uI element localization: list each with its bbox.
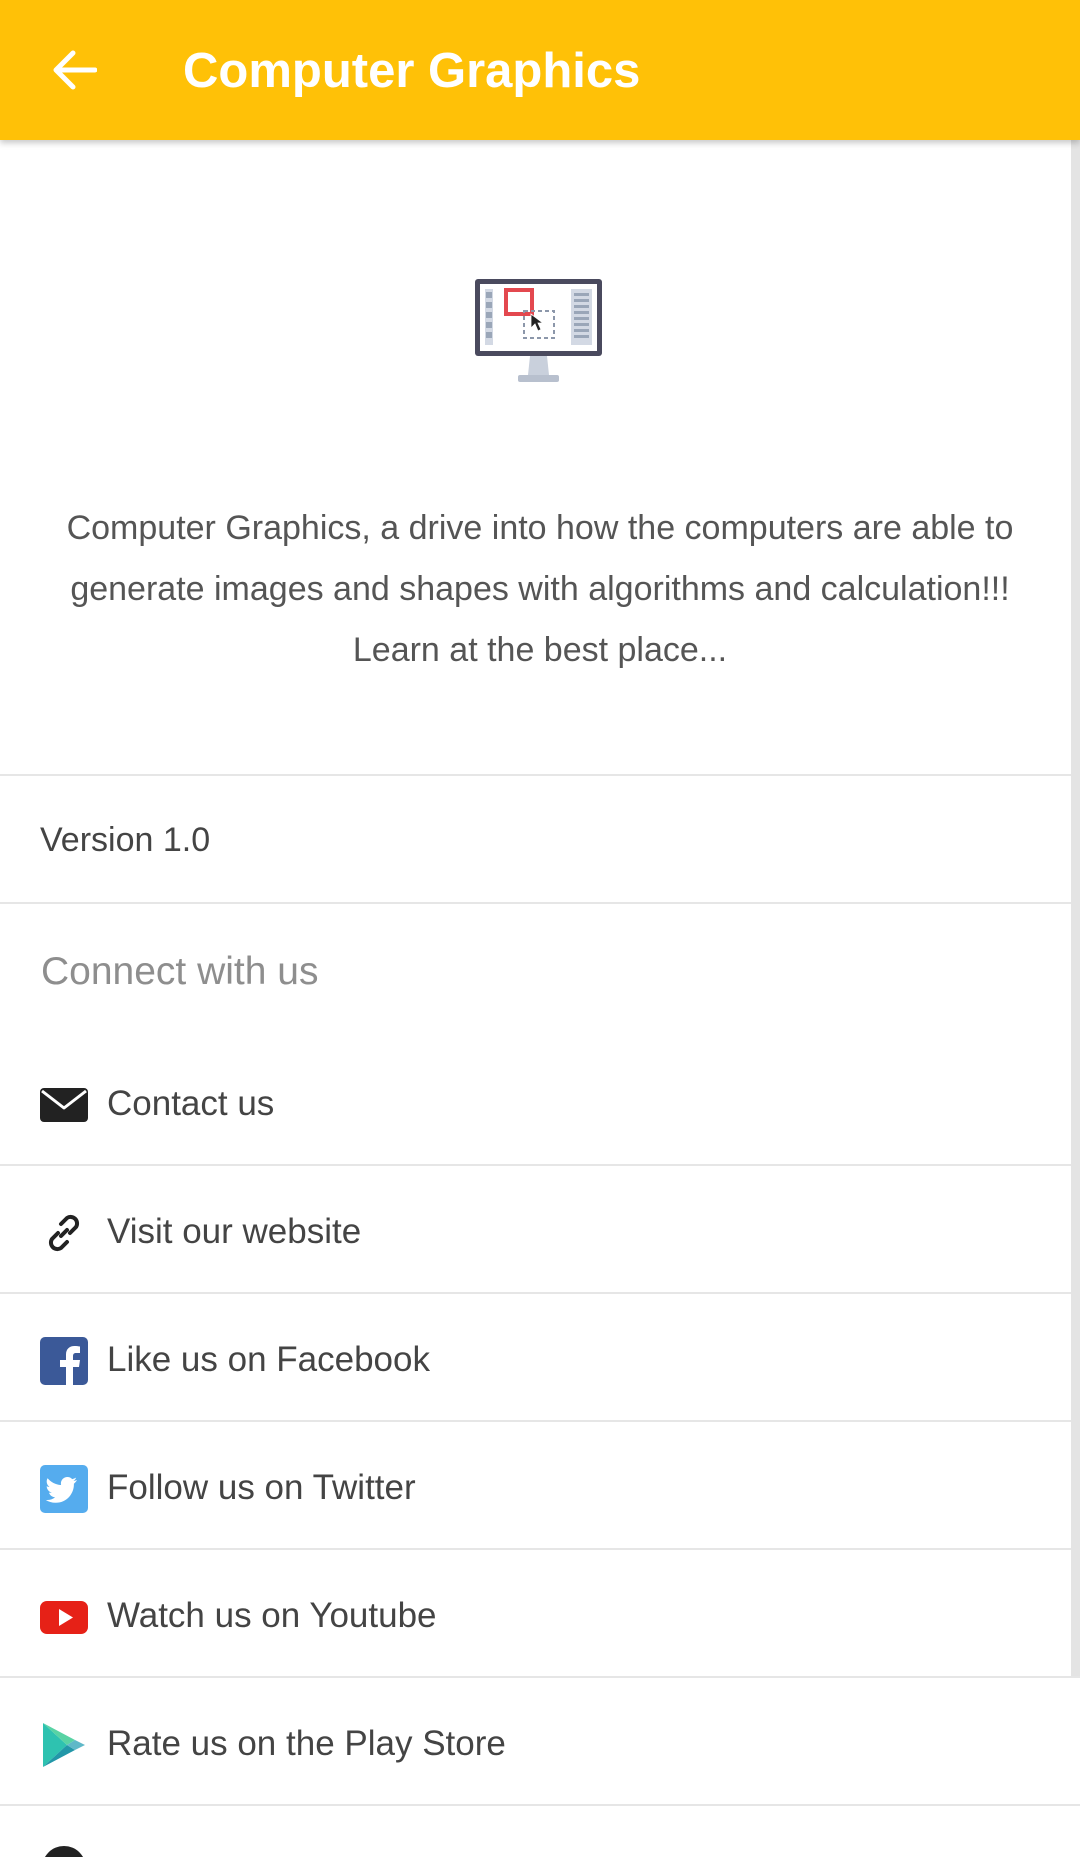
- scrollbar[interactable]: [1071, 140, 1080, 1676]
- app-description: Computer Graphics, a drive into how the …: [66, 509, 1014, 669]
- twitter-icon: [40, 1465, 88, 1513]
- app-bar: Computer Graphics: [0, 0, 1080, 140]
- youtube-item[interactable]: Watch us on Youtube: [0, 1550, 1080, 1676]
- visit-website-label: Visit our website: [107, 1212, 362, 1251]
- next-list-item-partial[interactable]: [0, 1806, 1080, 1857]
- version-text: Version 1.0: [40, 821, 211, 859]
- back-button[interactable]: [40, 36, 108, 104]
- arrow-left-icon: [53, 50, 97, 90]
- connect-section-header: Connect with us: [41, 950, 319, 993]
- envelope-icon: [40, 1088, 88, 1122]
- twitter-item[interactable]: Follow us on Twitter: [0, 1422, 1080, 1548]
- partial-item-icon: [44, 1846, 84, 1857]
- divider: [0, 902, 1080, 904]
- contact-us-item[interactable]: Contact us: [0, 1038, 1080, 1164]
- play-store-label: Rate us on the Play Store: [107, 1724, 506, 1763]
- twitter-label: Follow us on Twitter: [107, 1468, 416, 1507]
- computer-monitor-graphics-icon: [475, 279, 602, 382]
- link-icon: [48, 1214, 80, 1252]
- page-title: Computer Graphics: [183, 44, 641, 98]
- facebook-icon: [40, 1337, 88, 1385]
- youtube-label: Watch us on Youtube: [107, 1596, 437, 1635]
- contact-us-label: Contact us: [107, 1084, 275, 1123]
- play-store-item[interactable]: Rate us on the Play Store: [0, 1678, 1080, 1804]
- facebook-item[interactable]: Like us on Facebook: [0, 1294, 1080, 1420]
- divider: [0, 774, 1080, 776]
- play-store-icon: [43, 1723, 85, 1767]
- visit-website-item[interactable]: Visit our website: [0, 1166, 1080, 1292]
- facebook-label: Like us on Facebook: [107, 1340, 430, 1379]
- youtube-icon: [40, 1601, 88, 1634]
